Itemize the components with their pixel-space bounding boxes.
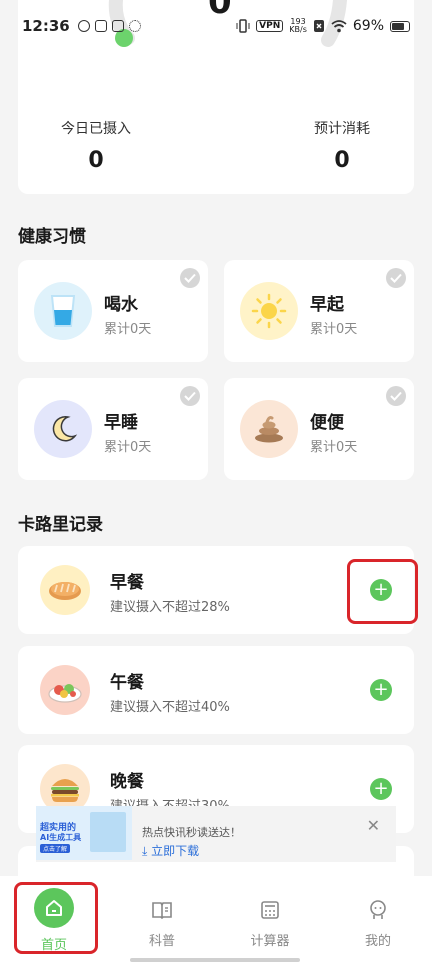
vibrate-icon <box>236 19 250 33</box>
burn-value: 0 <box>334 148 350 173</box>
check-icon[interactable] <box>386 386 406 406</box>
calculator-icon <box>258 898 282 922</box>
bread-icon <box>40 565 90 615</box>
meal-name: 早餐 <box>110 573 144 593</box>
gesture-bar <box>130 958 300 962</box>
nav-item-calculator[interactable]: 计算器 <box>216 876 324 949</box>
habit-streak: 累计0天 <box>310 322 358 337</box>
ad-illustration <box>90 812 126 852</box>
habit-streak: 累计0天 <box>310 440 358 455</box>
ad-banner[interactable]: 超实用的 AI生成工具 点击了解 热点快讯秒读送达！ ⤓ 立即下载 ✕ <box>36 806 396 862</box>
notification-icons <box>77 20 141 32</box>
nav-label-calculator: 计算器 <box>250 934 290 949</box>
check-icon[interactable] <box>386 268 406 288</box>
calories-title: 卡路里记录 <box>18 515 103 535</box>
habit-name: 便便 <box>310 413 344 433</box>
sun-icon <box>240 282 298 340</box>
highlight-add-breakfast <box>347 559 418 624</box>
poop-icon <box>240 400 298 458</box>
meal-hint: 建议摄入不超过28% <box>110 600 230 615</box>
nav-item-science[interactable]: 科普 <box>108 876 216 949</box>
battery-icon <box>390 20 410 32</box>
habit-name: 早睡 <box>104 413 138 433</box>
habits-title: 健康习惯 <box>18 227 86 247</box>
profile-icon <box>366 898 390 922</box>
water-glass-icon <box>34 282 92 340</box>
status-time: 12:36 <box>22 17 70 35</box>
habit-streak: 累计0天 <box>104 440 152 455</box>
intake-value: 0 <box>88 148 104 173</box>
habit-streak: 累计0天 <box>104 322 152 337</box>
burn-label: 预计消耗 <box>314 121 370 137</box>
ad-image-button: 点击了解 <box>40 844 71 853</box>
moon-icon <box>34 400 92 458</box>
habit-card-early-rise[interactable]: 早起 累计0天 <box>224 260 414 362</box>
burn-stat: 预计消耗 0 <box>282 118 402 173</box>
status-right: VPN 193 KB/s 69% <box>236 18 410 34</box>
habit-card-poop[interactable]: 便便 累计0天 <box>224 378 414 480</box>
check-icon[interactable] <box>180 268 200 288</box>
sync-icon <box>77 20 90 32</box>
nav-label-science: 科普 <box>148 934 175 949</box>
vpn-icon: VPN <box>256 20 284 32</box>
meal-name: 午餐 <box>110 673 144 693</box>
salad-plate-icon <box>40 665 90 715</box>
habit-name: 喝水 <box>104 295 138 315</box>
network-speed: 193 KB/s <box>289 18 307 34</box>
nav-label-profile: 我的 <box>364 934 391 949</box>
meal-hint: 建议摄入不超过40% <box>110 700 230 715</box>
nav-item-profile[interactable]: 我的 <box>324 876 432 949</box>
meal-name: 晚餐 <box>110 772 144 792</box>
meal-row-lunch[interactable]: 午餐 建议摄入不超过40% + <box>18 646 414 734</box>
habit-name: 早起 <box>310 295 344 315</box>
highlight-home-tab <box>14 882 98 954</box>
status-bar: 12:36 VPN 193 KB/s 69% <box>0 0 432 52</box>
intake-stat: 今日已摄入 0 <box>36 118 156 173</box>
intake-label: 今日已摄入 <box>61 121 131 137</box>
sim-icon <box>313 20 324 32</box>
app-icon <box>94 20 107 32</box>
ad-text: 热点快讯秒读送达！ <box>142 826 241 839</box>
download-icon: ⤓ <box>142 844 152 858</box>
ad-download-label: 立即下载 <box>151 844 200 858</box>
gear-icon <box>128 20 141 32</box>
book-icon <box>150 898 174 922</box>
wifi-icon <box>331 19 347 32</box>
chat-icon <box>111 20 124 32</box>
habit-card-early-sleep[interactable]: 早睡 累计0天 <box>18 378 208 480</box>
battery-percent: 69% <box>352 18 384 34</box>
habit-card-water[interactable]: 喝水 累计0天 <box>18 260 208 362</box>
close-icon[interactable]: ✕ <box>367 816 380 835</box>
check-icon[interactable] <box>180 386 200 406</box>
ad-image[interactable]: 超实用的 AI生成工具 点击了解 <box>36 806 132 860</box>
ad-download-link[interactable]: ⤓ 立即下载 <box>142 842 199 859</box>
speed-unit: KB/s <box>289 25 307 34</box>
ad-image-line2: AI生成工具 <box>40 833 82 842</box>
add-lunch-button[interactable]: + <box>370 679 392 701</box>
add-dinner-button[interactable]: + <box>370 778 392 800</box>
